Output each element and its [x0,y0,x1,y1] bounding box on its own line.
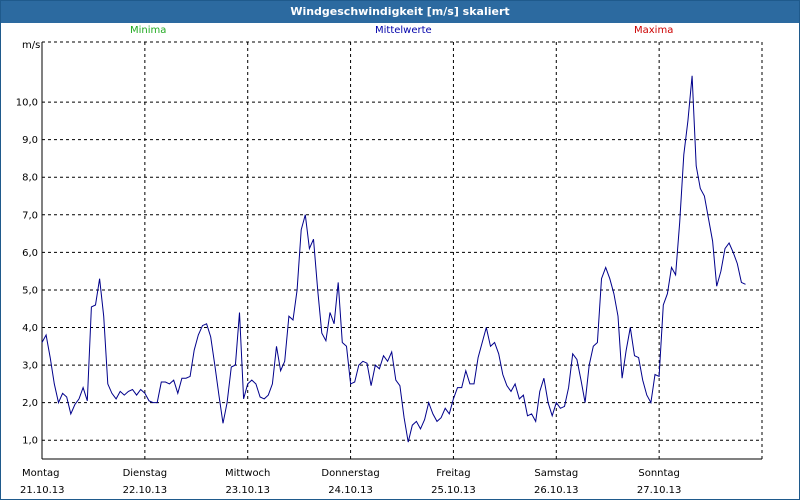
series-line-mittelwerte [41,75,746,443]
x-tick-weekday: Freitag [436,468,470,479]
x-tick-weekday: Donnerstag [321,468,379,479]
x-tick-weekday: Samstag [534,468,578,479]
x-tick-date: 25.10.13 [431,485,476,496]
x-tick-weekday: Sonntag [638,468,680,479]
x-tick-date: 27.10.13 [637,485,682,496]
y-tick-label: 1,0 [22,436,38,447]
y-tick-label: 9,0 [22,135,38,146]
x-tick-date: 21.10.13 [20,485,65,496]
y-tick-label: 6,0 [22,248,38,259]
x-tick-weekday: Mittwoch [225,468,270,479]
y-tick-label: 4,0 [22,323,38,334]
y-tick-label: 3,0 [22,361,38,372]
y-tick-label: 7,0 [22,210,38,221]
y-tick-label: 8,0 [22,173,38,184]
y-tick-label: 5,0 [22,285,38,296]
x-tick-date: 26.10.13 [534,485,579,496]
chart-svg: 1,0 2,0 3,0 4,0 5,0 6,0 7,0 8,0 9,0 10,0 Montag 21.… [16,41,763,496]
x-tick-date: 23.10.13 [225,485,270,496]
x-tick-weekday: Dienstag [123,468,168,479]
x-tick-weekday: Montag [22,468,59,479]
y-tick-label: 10,0 [16,98,38,109]
x-tick-date: 22.10.13 [123,485,168,496]
x-tick-date: 24.10.13 [328,485,373,496]
y-tick-label: 2,0 [22,398,38,409]
